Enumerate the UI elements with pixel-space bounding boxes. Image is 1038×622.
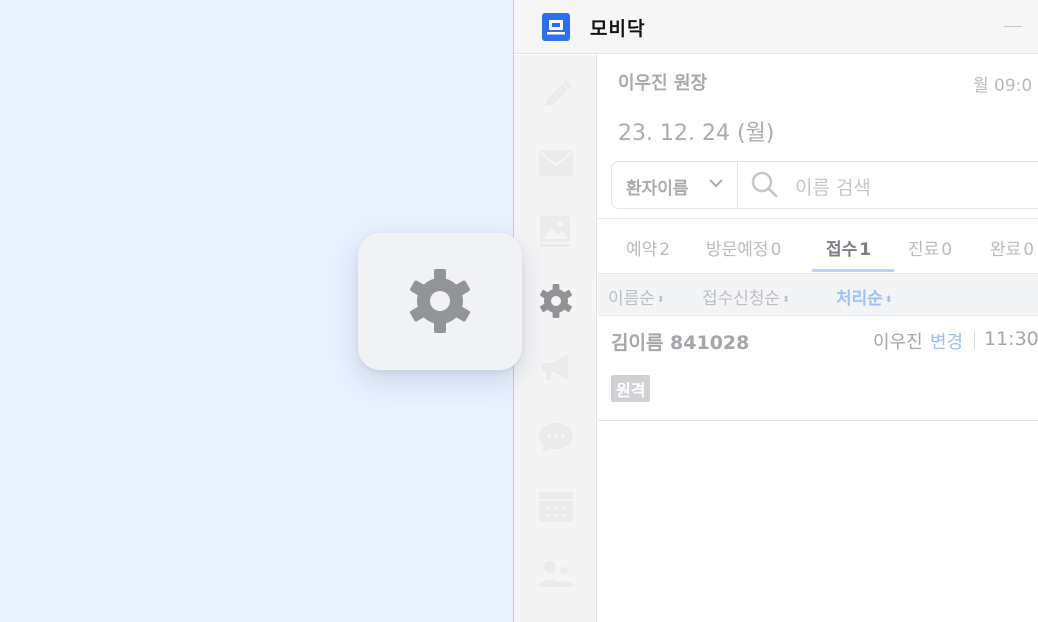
chevron-down-icon [709,179,723,188]
users-icon[interactable] [536,557,576,593]
image-icon[interactable] [536,213,576,249]
sort-by-reception[interactable]: 접수신청순 ⬍ [702,284,790,309]
search-bar: 환자이름 이름 검색 [611,161,1038,209]
megaphone-icon[interactable] [536,350,576,386]
doctor-name: 이우진 원장 [618,73,708,94]
current-time: 월 09:0 [973,76,1033,96]
remote-badge: 원격 [611,375,651,402]
minimize-button[interactable] [1004,26,1022,27]
gear-icon [410,269,470,333]
title-bar: 모비닥 [514,0,1038,54]
mail-icon[interactable] [536,145,576,181]
tab-treatment[interactable]: 진료 0 [908,235,952,260]
pencil-icon[interactable] [536,77,576,113]
divider [598,218,1038,219]
app-logo-icon [542,13,570,41]
search-input[interactable]: 이름 검색 [795,173,871,200]
tab-reservation[interactable]: 예약 2 [626,235,670,260]
separator [974,332,975,350]
search-filter-select[interactable]: 환자이름 [612,162,738,208]
assignee-name: 이우진 [873,332,923,353]
sort-bar: 이름순 ⬍ 접수신청순 ⬍ 처리순 ⬍ [598,273,1038,316]
chat-icon[interactable] [536,420,576,456]
active-tab-indicator [812,269,894,272]
tab-completed[interactable]: 완료 0 [990,235,1034,260]
search-icon[interactable] [750,170,780,200]
calendar-icon[interactable] [536,489,576,525]
change-assignee-link[interactable]: 변경 [930,328,963,354]
sort-by-name[interactable]: 이름순 ⬍ [608,284,664,309]
patient-name: 김이름 841028 [611,332,750,354]
current-date: 23. 12. 24 (월) [618,121,775,146]
sort-by-processing[interactable]: 처리순 ⬍ [836,284,892,309]
patient-row[interactable]: 김이름 841028 이우진 변경 11:30 원격 [598,317,1038,421]
settings-popup[interactable] [358,233,522,370]
search-filter-label: 환자이름 [626,179,689,199]
app-title: 모비닥 [590,18,646,40]
main-panel: 이우진 원장 월 09:0 23. 12. 24 (월) 환자이름 이름 검색 … [598,55,1038,622]
tab-scheduled-visit[interactable]: 방문예정 0 [706,235,781,260]
reception-time: 11:30 [984,328,1038,350]
gear-icon[interactable] [536,283,576,319]
sidebar [514,55,597,622]
tab-reception[interactable]: 접수 1 [826,235,871,260]
app-window: 모비닥 이우진 원장 월 09:0 23. 12. 24 (월) 환자이름 이름… [513,0,1038,622]
